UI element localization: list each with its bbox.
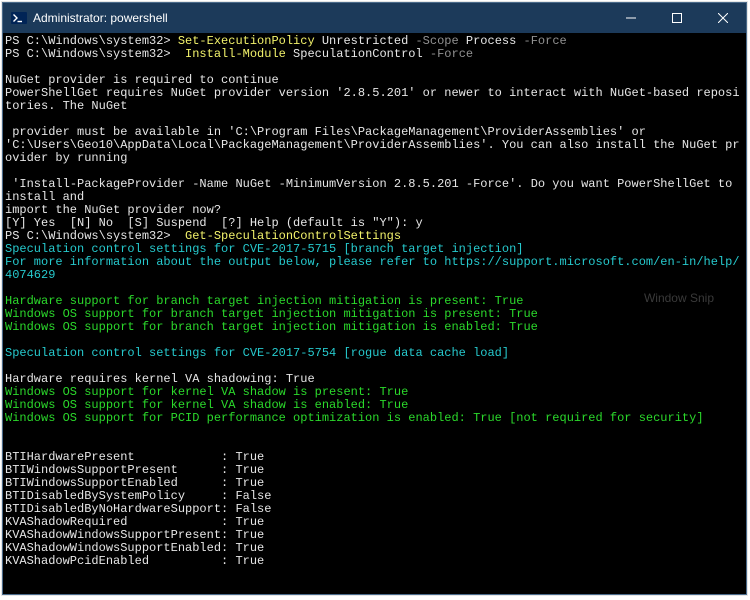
minimize-button[interactable] <box>608 3 654 33</box>
spec-header-2: Speculation control settings for CVE-201… <box>3 347 742 360</box>
nuget-text: 'Install-PackageProvider -Name NuGet -Mi… <box>3 178 742 204</box>
result-row: KVAShadowPcidEnabled : True <box>3 555 742 568</box>
powershell-window: Administrator: powershell Window Snip PS… <box>2 2 747 595</box>
cmd-line-2: PS C:\Windows\system32> Install-Module S… <box>3 48 742 61</box>
window-title: Administrator: powershell <box>33 11 608 25</box>
terminal[interactable]: Window Snip PS C:\Windows\system32> Set-… <box>3 33 746 594</box>
results-table: BTIHardwarePresent : TrueBTIWindowsSuppo… <box>3 451 742 568</box>
powershell-icon <box>11 10 27 26</box>
spec-more-info: For more information about the output be… <box>3 256 742 282</box>
spec-status: Windows OS support for branch target inj… <box>3 321 742 334</box>
close-button[interactable] <box>700 3 746 33</box>
square-icon <box>672 13 682 23</box>
titlebar[interactable]: Administrator: powershell <box>3 3 746 33</box>
window-controls <box>608 3 746 33</box>
spec-status: Windows OS support for PCID performance … <box>3 412 742 425</box>
snip-ghost-text: Window Snip <box>644 292 714 305</box>
nuget-text: PowerShellGet requires NuGet provider ve… <box>3 87 742 113</box>
maximize-button[interactable] <box>654 3 700 33</box>
nuget-text: 'C:\Users\Geo10\AppData\Local\PackageMan… <box>3 139 742 165</box>
